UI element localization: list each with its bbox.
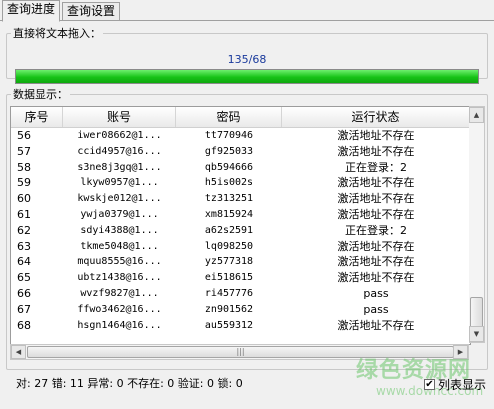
progress-text: 135/68 (227, 53, 267, 66)
row-index: 64 (17, 255, 31, 269)
row-status: 正在登录：2 (345, 160, 407, 174)
row-password: xm815924 (204, 208, 254, 220)
list-display-checkbox[interactable]: ✔ 列表显示 (424, 376, 486, 393)
row-index: 58 (17, 160, 31, 174)
row-status: 激活地址不存在 (337, 207, 415, 221)
row-index: 56 (17, 129, 31, 142)
list-rows: 56 iwer08662@1... tt770946 激活地址不存在 57 ccid495… (11, 128, 470, 333)
arrow-right-icon[interactable]: ▶ (453, 345, 468, 359)
table-row[interactable]: 64 mquu8555@16... yz577318 激活地址不存在 (11, 254, 470, 270)
progress-bar-fill (16, 70, 478, 83)
row-password: tz313251 (204, 193, 254, 205)
row-index: 65 (17, 271, 31, 285)
table-row[interactable]: 60 kwskje012@1... tz313251 激活地址不存在 (11, 191, 470, 207)
row-account: ubtz1438@16... (77, 272, 162, 284)
row-index: 62 (17, 223, 31, 237)
row-account: lkyw0957@1... (80, 177, 159, 189)
row-password: gf925033 (204, 145, 254, 157)
data-list[interactable]: 序号 账号 密码 运行状态 56 iwer08662@1... tt770946 激活… (10, 106, 471, 345)
table-row[interactable]: 59 lkyw0957@1... h5is002s 激活地址不存在 (11, 175, 470, 191)
arrow-up-icon[interactable]: ▲ (469, 107, 484, 123)
drop-text-group-title: 直接将文本拖入： (13, 27, 101, 40)
row-password: ri457776 (204, 287, 254, 299)
table-row[interactable]: 63 tkme5048@1... lq098250 激活地址不存在 (11, 239, 470, 255)
drop-text-group[interactable]: 直接将文本拖入： 135/68 (6, 25, 488, 84)
row-index: 68 (17, 318, 31, 332)
row-status: 激活地址不存在 (337, 144, 415, 158)
column-header-status[interactable]: 运行状态 (282, 107, 470, 127)
row-status: pass (363, 286, 389, 300)
list-display-label: 列表显示 (438, 378, 487, 392)
arrow-down-icon[interactable]: ▼ (469, 326, 484, 342)
checkbox-check-icon[interactable]: ✔ (424, 379, 435, 390)
table-row[interactable]: 56 iwer08662@1... tt770946 激活地址不存在 (11, 128, 470, 144)
row-password: yz577318 (204, 256, 254, 268)
row-password: zn901562 (204, 303, 254, 315)
row-account: ccid4957@16... (77, 145, 162, 157)
row-index: 57 (17, 144, 31, 158)
row-password: qb594666 (204, 161, 254, 173)
data-display-group-title: 数据显示： (13, 88, 68, 101)
row-password: tt770946 (204, 130, 254, 141)
tab-bar: 查询进度 查询设置 (0, 0, 494, 22)
row-password: h5is002s (204, 177, 254, 189)
list-header: 序号 账号 密码 运行状态 (11, 107, 470, 128)
row-status: 激活地址不存在 (337, 255, 415, 269)
row-password: ei518615 (204, 272, 254, 284)
row-account: hsgn1464@16... (77, 319, 162, 331)
column-header-password[interactable]: 密码 (176, 107, 282, 127)
row-status: 激活地址不存在 (337, 192, 415, 206)
column-header-index[interactable]: 序号 (11, 107, 63, 127)
row-account: ffwo3462@16... (77, 303, 162, 315)
table-row[interactable]: 62 sdyi4388@1... a62s2591 正在登录：2 (11, 223, 470, 239)
horizontal-scrollbar[interactable]: ◀ ||| ▶ (10, 344, 469, 360)
row-status: 激活地址不存在 (337, 129, 415, 142)
tab-query-settings[interactable]: 查询设置 (62, 2, 121, 20)
row-account: wvzf9827@1... (80, 287, 159, 299)
row-account: s3ne8j3gq@1... (77, 161, 162, 173)
progress-bar (15, 69, 479, 84)
row-account: ywja0379@1... (80, 208, 159, 220)
status-summary: 对: 27 错: 11 异常: 0 不存在: 0 验证: 0 锁: 0 (16, 377, 243, 390)
table-row[interactable]: 57 ccid4957@16... gf925033 激活地址不存在 (11, 144, 470, 160)
table-row[interactable]: 68 hsgn1464@16... au559312 激活地址不存在 (11, 318, 470, 334)
table-row[interactable]: 65 ubtz1438@16... ei518615 激活地址不存在 (11, 270, 470, 286)
vertical-scrollbar[interactable]: ▲ ▼ (469, 106, 485, 343)
row-status: 激活地址不存在 (337, 271, 415, 285)
row-status: 激活地址不存在 (337, 239, 415, 253)
horizontal-scroll-thumb[interactable]: ||| (27, 346, 454, 358)
row-index: 67 (17, 302, 31, 316)
arrow-left-icon[interactable]: ◀ (11, 345, 26, 359)
row-index: 63 (17, 239, 31, 253)
row-account: tkme5048@1... (80, 240, 159, 252)
table-row[interactable]: 61 ywja0379@1... xm815924 激活地址不存在 (11, 207, 470, 223)
row-status: 激活地址不存在 (337, 176, 415, 190)
row-status: 正在登录：2 (345, 223, 407, 237)
row-account: kwskje012@1... (77, 193, 162, 205)
tab-query-progress[interactable]: 查询进度 (2, 0, 61, 22)
row-index: 60 (17, 192, 31, 206)
row-index: 66 (17, 286, 31, 300)
table-row[interactable]: 67 ffwo3462@16... zn901562 pass (11, 302, 470, 318)
row-password: lq098250 (204, 240, 254, 252)
row-index: 61 (17, 207, 31, 221)
table-row[interactable]: 66 wvzf9827@1... ri457776 pass (11, 286, 470, 302)
row-status: 激活地址不存在 (337, 318, 415, 332)
row-password: a62s2591 (204, 224, 254, 236)
row-password: au559312 (204, 319, 254, 331)
row-account: iwer08662@1... (77, 130, 162, 141)
row-account: mquu8555@16... (77, 256, 162, 268)
row-status: pass (363, 302, 389, 316)
table-row[interactable]: 58 s3ne8j3gq@1... qb594666 正在登录：2 (11, 160, 470, 176)
column-header-account[interactable]: 账号 (63, 107, 176, 127)
row-account: sdyi4388@1... (80, 224, 159, 236)
row-index: 59 (17, 176, 31, 190)
